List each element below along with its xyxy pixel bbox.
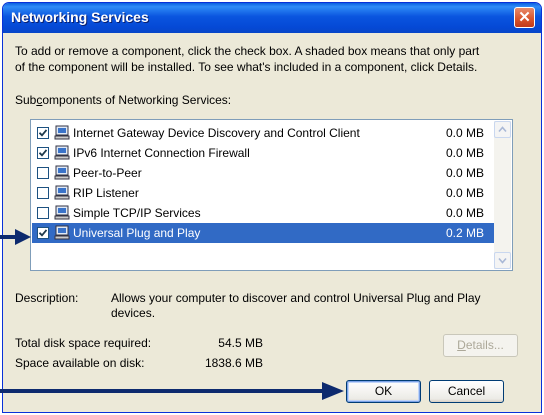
component-checkbox[interactable] — [37, 127, 49, 139]
ok-button[interactable]: OK — [346, 380, 421, 403]
component-size: 0.2 MB — [445, 226, 484, 240]
scroll-down-arrow-icon — [498, 257, 507, 264]
instructions-text: To add or remove a component, click the … — [15, 43, 531, 75]
cancel-button[interactable]: Cancel — [429, 380, 504, 403]
component-checkbox[interactable] — [37, 167, 49, 179]
subcomponents-label: Subcomponents of Networking Services: — [15, 93, 231, 107]
component-name: IPv6 Internet Connection Firewall — [73, 146, 250, 160]
total-disk-space-label: Total disk space required: — [15, 336, 152, 350]
details-button-accelerator: D — [457, 338, 466, 352]
list-item[interactable]: Peer-to-Peer 0.0 MB — [32, 163, 494, 183]
instructions-line: To add or remove a component, click the … — [15, 44, 480, 58]
vertical-scrollbar[interactable] — [494, 121, 511, 269]
scroll-down-button[interactable] — [494, 252, 511, 269]
list-item[interactable]: RIP Listener 0.0 MB — [32, 183, 494, 203]
component-name: RIP Listener — [73, 186, 139, 200]
details-button-label: etails... — [465, 338, 504, 352]
component-checkbox[interactable] — [37, 147, 49, 159]
close-icon: ✕ — [518, 9, 531, 26]
component-checkbox[interactable] — [37, 207, 49, 219]
details-button[interactable]: Details... — [443, 334, 518, 357]
instructions-line: of the component will be installed. To s… — [15, 60, 478, 74]
component-size: 0.0 MB — [445, 186, 484, 200]
component-size: 0.0 MB — [445, 126, 484, 140]
list-item[interactable]: IPv6 Internet Connection Firewall 0.0 MB — [32, 143, 494, 163]
description-label: Description: — [15, 291, 79, 305]
total-disk-space-value: 54.5 MB — [218, 336, 263, 350]
network-component-icon — [54, 185, 70, 204]
component-size: 0.0 MB — [445, 146, 484, 160]
network-component-icon — [54, 125, 70, 144]
component-checkbox[interactable] — [37, 227, 49, 239]
networking-services-dialog: Networking Services ✕ To add or remove a… — [2, 2, 542, 413]
component-size: 0.0 MB — [445, 206, 484, 220]
description-text: Allows your computer to discover and con… — [111, 291, 481, 320]
checkmark-icon — [39, 129, 47, 137]
available-disk-space-label: Space available on disk: — [15, 356, 145, 370]
network-component-icon — [54, 145, 70, 164]
component-size: 0.0 MB — [445, 166, 484, 180]
subcomponents-label-part: omponents of Networking Services: — [42, 93, 232, 107]
component-checkbox[interactable] — [37, 187, 49, 199]
component-name: Internet Gateway Device Discovery and Co… — [73, 126, 360, 140]
scroll-up-button[interactable] — [494, 121, 511, 138]
subcomponents-list[interactable]: Internet Gateway Device Discovery and Co… — [30, 119, 513, 271]
dialog-title: Networking Services — [11, 9, 149, 25]
list-item[interactable]: Simple TCP/IP Services 0.0 MB — [32, 203, 494, 223]
component-name: Universal Plug and Play — [73, 226, 201, 240]
checkmark-icon — [39, 229, 47, 237]
component-name: Simple TCP/IP Services — [73, 206, 201, 220]
component-name: Peer-to-Peer — [73, 166, 142, 180]
network-component-icon — [54, 165, 70, 184]
network-component-icon — [54, 225, 70, 244]
network-component-icon — [54, 205, 70, 224]
checkmark-icon — [39, 149, 47, 157]
subcomponents-label-part: Sub — [15, 93, 37, 107]
list-item[interactable]: Internet Gateway Device Discovery and Co… — [32, 123, 494, 143]
title-bar[interactable]: Networking Services ✕ — [3, 3, 541, 33]
list-item[interactable]: Universal Plug and Play 0.2 MB — [32, 223, 494, 243]
pointer-arrow-icon — [0, 382, 344, 400]
available-disk-space-value: 1838.6 MB — [204, 356, 263, 370]
close-button[interactable]: ✕ — [514, 7, 535, 28]
scroll-up-arrow-icon — [498, 126, 507, 133]
pointer-arrow-icon — [0, 229, 31, 245]
